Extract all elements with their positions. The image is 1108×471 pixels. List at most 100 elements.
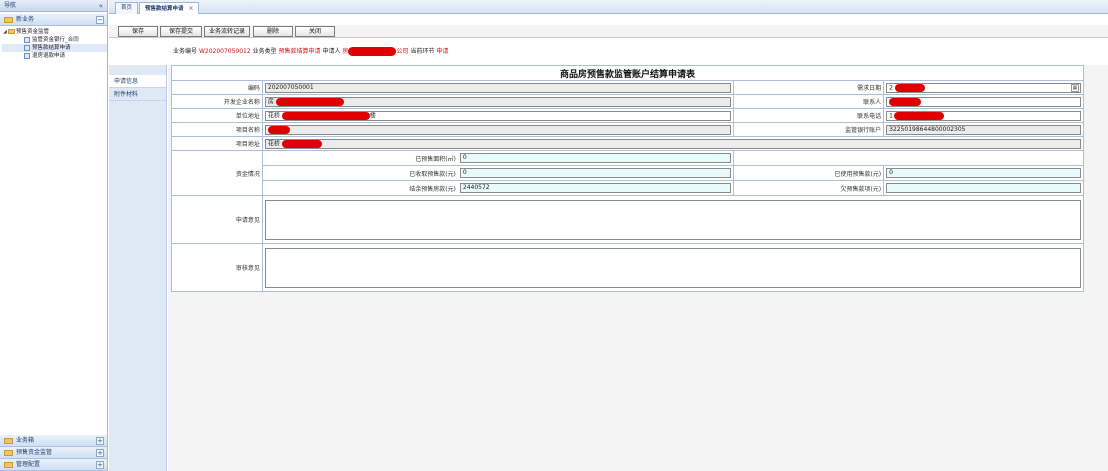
save-submit-button[interactable]: 保存提交 bbox=[160, 26, 202, 37]
applicant-label: 申请人 bbox=[322, 48, 341, 55]
expand-toggle-icon[interactable]: + bbox=[96, 437, 104, 445]
developer-value: 房 bbox=[267, 98, 274, 105]
document-icon bbox=[24, 45, 30, 51]
tab-label: 预售款结算申请 bbox=[145, 6, 184, 12]
accordion-presale-supervision[interactable]: 预售资金监管 + bbox=[0, 447, 107, 459]
redaction-mark bbox=[893, 111, 944, 120]
remaining-field[interactable]: 2440572 bbox=[459, 183, 732, 193]
nav-bottom-accordions: 业务箱 + 预售资金监管 + 管理配置 + bbox=[0, 435, 107, 471]
developer-field[interactable]: 房 bbox=[264, 96, 732, 107]
biz-no-label: 业务编号 bbox=[173, 48, 198, 55]
accordion-label: 业务箱 bbox=[16, 437, 35, 444]
tab-bar: 首页 预售款结算申请 × bbox=[109, 0, 1108, 14]
date-value: 2 bbox=[889, 84, 893, 91]
tree-node-label: 退房退款申请 bbox=[32, 53, 66, 59]
expand-toggle-icon[interactable]: + bbox=[96, 449, 104, 457]
review-opinion-label: 审核意见 bbox=[171, 243, 263, 292]
redaction-mark bbox=[889, 97, 922, 106]
tree-node-label: 预售资金监管 bbox=[16, 29, 50, 35]
redaction-mark bbox=[281, 111, 370, 120]
nav-tree: ◢ 预售资金监管 监管资金银行_合同 预售款结算申请 退房退款申请 bbox=[0, 26, 107, 60]
developer-label: 开发企业名称 bbox=[171, 94, 263, 109]
date-field[interactable]: 2 ▦ bbox=[886, 82, 1081, 93]
presold-area-label: 已预售面积(㎡) bbox=[262, 151, 458, 165]
folder-icon bbox=[4, 438, 13, 444]
tree-node-label: 预售款结算申请 bbox=[32, 45, 71, 51]
presold-area-field[interactable]: 0 bbox=[459, 153, 732, 163]
accordion-label: 预售资金监管 bbox=[16, 449, 53, 456]
tree-node-label: 监管资金银行_合同 bbox=[32, 37, 79, 43]
biz-type-value: 预售款结算申请 bbox=[278, 48, 321, 55]
workflow-record-button[interactable]: 业务流转记录 bbox=[204, 26, 250, 37]
phone-field[interactable]: 1 bbox=[886, 110, 1081, 121]
expand-arrow-icon[interactable]: ◢ bbox=[3, 28, 7, 36]
address-suffix: 楼 bbox=[369, 112, 376, 119]
left-navigation: 导航 « 新业务 − ◢ 预售资金监管 监管资金银行_合同 预售款结算申请 退房… bbox=[0, 0, 108, 471]
tree-node-refund-apply[interactable]: 退房退款申请 bbox=[2, 52, 107, 60]
used-field[interactable]: 0 bbox=[886, 168, 1081, 178]
settlement-form: 商品房预售款监管账户结算申请表 编码 202007050001 需求日期 2 ▦ … bbox=[171, 65, 1085, 292]
tab-settlement-apply[interactable]: 预售款结算申请 × bbox=[139, 2, 200, 14]
collapse-icon[interactable]: « bbox=[99, 0, 103, 12]
document-icon bbox=[24, 53, 30, 59]
bank-account-label: 监管银行账户 bbox=[733, 122, 885, 137]
accordion-label: 管理配置 bbox=[16, 461, 41, 468]
address-field[interactable]: 花桥 楼 bbox=[264, 110, 732, 121]
owed-label: 欠预售款项(元) bbox=[733, 180, 885, 196]
address-value: 花桥 bbox=[267, 112, 280, 119]
date-label: 需求日期 bbox=[733, 80, 885, 95]
project-address-field[interactable]: 花桥 bbox=[264, 138, 1081, 149]
project-label: 项目名称 bbox=[171, 122, 263, 137]
folder-icon bbox=[4, 462, 13, 468]
nav-title: 导航 bbox=[4, 2, 17, 9]
collapse-toggle-icon[interactable]: − bbox=[96, 16, 104, 24]
code-field[interactable]: 202007050001 bbox=[264, 82, 732, 93]
accordion-management-config[interactable]: 管理配置 + bbox=[0, 459, 107, 471]
funds-label: 资金情况 bbox=[171, 150, 263, 196]
step-label: 当前环节 bbox=[410, 48, 435, 55]
accordion-business-box[interactable]: 业务箱 + bbox=[0, 435, 107, 447]
project-address-value: 花桥 bbox=[267, 140, 280, 147]
phone-label: 联系电话 bbox=[733, 108, 885, 123]
biz-no-value: W202007050012 bbox=[198, 48, 251, 55]
step-value: 申请 bbox=[436, 48, 449, 55]
apply-opinion-textarea[interactable] bbox=[264, 199, 1081, 240]
contact-label: 联系人 bbox=[733, 94, 885, 109]
redaction-mark bbox=[894, 83, 925, 92]
redaction-mark bbox=[348, 47, 397, 56]
apply-opinion-label: 申请意见 bbox=[171, 195, 263, 244]
contact-field[interactable] bbox=[886, 96, 1081, 107]
folder-icon bbox=[8, 29, 15, 34]
project-field[interactable] bbox=[264, 124, 732, 135]
side-tab-apply-info[interactable]: 申请信息 bbox=[109, 75, 166, 88]
address-label: 单位地址 bbox=[171, 108, 263, 123]
tree-node-bank-contract[interactable]: 监管资金银行_合同 bbox=[2, 36, 107, 44]
tab-home[interactable]: 首页 bbox=[115, 2, 139, 14]
tree-node-presale-funds[interactable]: ◢ 预售资金监管 bbox=[2, 28, 107, 36]
code-label: 编码 bbox=[171, 80, 263, 95]
form-title: 商品房预售款监管账户结算申请表 bbox=[171, 65, 1084, 81]
calendar-icon[interactable]: ▦ bbox=[1071, 83, 1079, 92]
save-button[interactable]: 保存 bbox=[118, 26, 158, 37]
project-address-label: 项目地址 bbox=[171, 136, 263, 151]
close-icon[interactable]: × bbox=[188, 5, 193, 12]
remaining-label: 结余预售房款(元) bbox=[262, 181, 458, 195]
redaction-mark bbox=[275, 97, 344, 106]
received-field[interactable]: 0 bbox=[459, 168, 732, 178]
tree-node-settlement-apply[interactable]: 预售款结算申请 bbox=[2, 44, 107, 52]
side-tab-attachments[interactable]: 附件材料 bbox=[109, 88, 166, 101]
toolbar: 保存 保存提交 业务流转记录 删除 关闭 bbox=[109, 25, 1108, 38]
bank-account-field[interactable]: 32250198644800002305 bbox=[886, 124, 1081, 135]
accordion-label: 新业务 bbox=[16, 16, 35, 23]
accordion-new-business[interactable]: 新业务 − bbox=[0, 14, 107, 26]
received-label: 已收取预售款(元) bbox=[262, 166, 458, 180]
tab-label: 首页 bbox=[121, 5, 133, 11]
owed-field[interactable] bbox=[886, 183, 1081, 193]
redaction-mark bbox=[281, 139, 322, 148]
close-button[interactable]: 关闭 bbox=[295, 26, 335, 37]
delete-button[interactable]: 删除 bbox=[253, 26, 293, 37]
review-opinion-textarea[interactable] bbox=[264, 247, 1081, 288]
expand-toggle-icon[interactable]: + bbox=[96, 461, 104, 469]
redaction-mark bbox=[267, 125, 290, 134]
used-label: 已使用预售款(元) bbox=[733, 165, 885, 181]
